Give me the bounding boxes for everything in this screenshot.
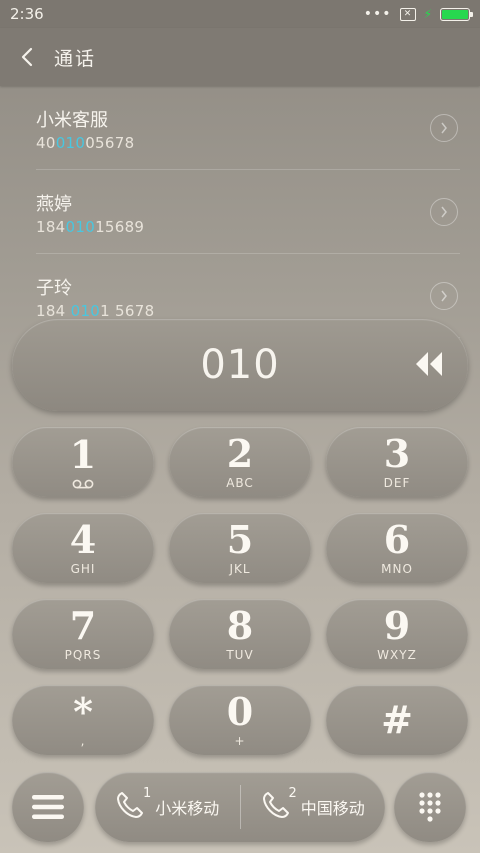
dial-number-display: 010 xyxy=(12,319,468,411)
more-notifications-icon: ••• xyxy=(363,6,392,22)
contact-name: 小米客服 xyxy=(36,110,108,131)
menu-button[interactable] xyxy=(12,772,84,842)
back-arrow-icon xyxy=(21,47,33,67)
key-3[interactable]: 3 DEF xyxy=(326,427,468,497)
contact-detail-button[interactable] xyxy=(430,282,458,310)
call-sim1-button[interactable]: 1 小米移动 xyxy=(95,772,240,842)
status-icons: ••• ✕ ⚡ xyxy=(363,6,473,22)
menu-icon xyxy=(32,795,64,819)
chevron-right-icon xyxy=(441,122,447,134)
dialpad-icon xyxy=(419,792,441,822)
status-time: 2:36 xyxy=(10,5,44,23)
key-6[interactable]: 6 MNO xyxy=(326,513,468,583)
contact-number: 18401015689 xyxy=(36,218,145,236)
contact-name: 燕婷 xyxy=(36,194,72,215)
contact-number: 4001005678 xyxy=(36,134,135,152)
key-0[interactable]: 0 + xyxy=(169,685,311,755)
contact-detail-button[interactable] xyxy=(430,198,458,226)
contact-name: 子玲 xyxy=(36,278,72,299)
chevron-right-icon xyxy=(441,290,447,302)
contact-item[interactable]: 燕婷 18401015689 xyxy=(36,170,460,254)
key-star[interactable]: * , xyxy=(12,685,154,755)
dual-sim-call-bar: 1 小米移动 2 中国移动 xyxy=(95,772,385,842)
battery-icon xyxy=(440,7,473,21)
phone-icon xyxy=(117,792,144,818)
key-1[interactable]: 1 xyxy=(12,427,154,497)
key-4[interactable]: 4 GHI xyxy=(12,513,154,583)
charging-icon: ⚡ xyxy=(423,7,432,21)
backspace-icon[interactable] xyxy=(412,349,446,379)
contact-match-list: 小米客服 4001005678 燕婷 18401015689 子玲 184 01… xyxy=(0,86,480,338)
call-sim2-button[interactable]: 2 中国移动 xyxy=(241,772,386,842)
dialed-number: 010 xyxy=(200,342,280,388)
phone-icon xyxy=(262,792,289,818)
contact-item[interactable]: 小米客服 4001005678 xyxy=(36,86,460,170)
contact-number: 184 0101 5678 xyxy=(36,302,155,320)
key-hash[interactable]: # xyxy=(326,685,468,755)
no-sim-icon: ✕ xyxy=(399,7,416,21)
key-8[interactable]: 8 TUV xyxy=(169,599,311,669)
back-button[interactable] xyxy=(0,28,54,86)
key-2[interactable]: 2 ABC xyxy=(169,427,311,497)
page-title: 通话 xyxy=(54,47,97,70)
header-bar: 通话 xyxy=(0,28,480,86)
chevron-right-icon xyxy=(441,206,447,218)
sim2-label: 中国移动 xyxy=(300,799,365,818)
key-5[interactable]: 5 JKL xyxy=(169,513,311,583)
status-bar: 2:36 ••• ✕ ⚡ xyxy=(0,0,480,28)
contact-detail-button[interactable] xyxy=(430,114,458,142)
key-9[interactable]: 9 WXYZ xyxy=(326,599,468,669)
voicemail-icon xyxy=(72,479,94,489)
key-7[interactable]: 7 PQRS xyxy=(12,599,154,669)
sim1-label: 小米移动 xyxy=(155,799,220,818)
keypad-toggle-button[interactable] xyxy=(394,772,466,842)
